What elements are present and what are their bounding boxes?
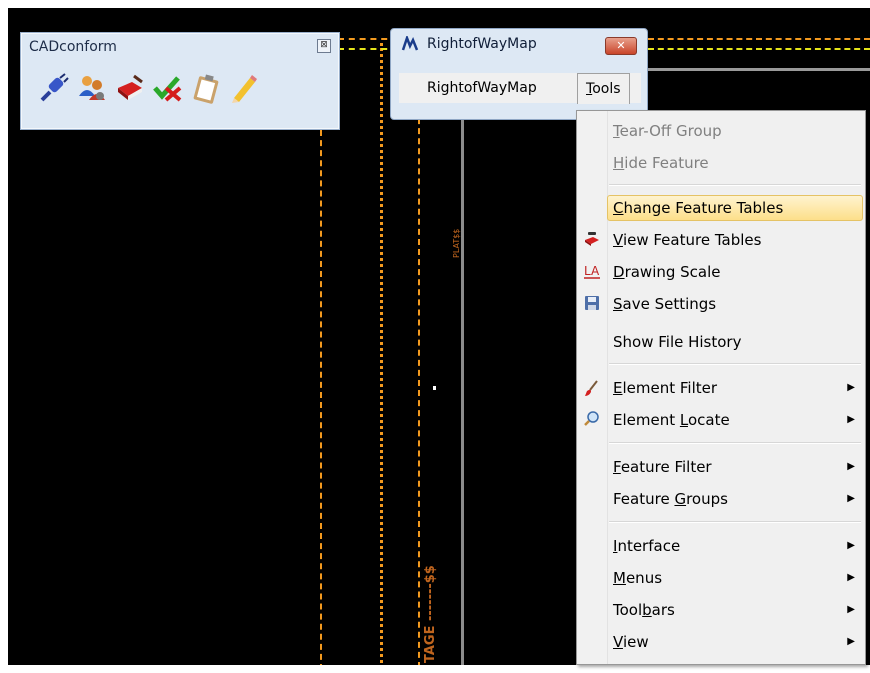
menu-item-toolbars[interactable]: Toolbars	[613, 595, 675, 625]
app-icon	[401, 36, 419, 51]
menu-item-menus[interactable]: Menus	[613, 563, 662, 593]
drawing-line	[380, 43, 383, 663]
menu-item-interface[interactable]: Interface	[613, 531, 680, 561]
drawing-line	[320, 130, 322, 665]
submenu-arrow-icon: ▶	[847, 604, 855, 615]
menu-item-save-settings[interactable]: Save Settings	[613, 289, 716, 319]
pencil-icon[interactable]	[227, 71, 261, 105]
toolbar-title: CADconform	[29, 39, 117, 55]
menu-separator	[609, 521, 861, 523]
submenu-arrow-icon: ▶	[847, 572, 855, 583]
clipboard-icon[interactable]	[189, 71, 223, 105]
book-view-icon	[585, 232, 599, 246]
submenu-arrow-icon: ▶	[847, 540, 855, 551]
menu-item-hide-feature: Hide Feature	[613, 154, 709, 172]
submenu-arrow-icon: ▶	[847, 493, 855, 504]
tools-dropdown-menu: Tear-Off Group Hide Feature Change Featu…	[576, 110, 866, 665]
menu-item-view-feature-tables[interactable]: View Feature Tables	[613, 225, 761, 255]
submenu-arrow-icon: ▶	[847, 461, 855, 472]
drawing-text: TAGE -------$$	[423, 565, 438, 663]
check-cross-icon[interactable]	[151, 71, 185, 105]
menu-tools[interactable]: Tools	[577, 73, 630, 104]
menu-rightofwaymap[interactable]: RightofWayMap	[419, 73, 545, 103]
menu-item-drawing-scale[interactable]: Drawing Scale	[613, 257, 721, 287]
menu-item-tear-off-group: Tear-Off Group	[613, 122, 722, 140]
menu-item-feature-groups[interactable]: Feature Groups	[613, 484, 728, 514]
drawing-line	[648, 38, 870, 40]
magnifier-locate-icon	[584, 411, 599, 426]
menu-item-element-filter[interactable]: Element Filter	[613, 373, 717, 403]
connect-plug-icon[interactable]	[37, 71, 71, 105]
svg-text:LA: LA	[584, 264, 600, 278]
menu-item-feature-filter[interactable]: Feature Filter	[613, 452, 712, 482]
menu-separator	[609, 184, 861, 186]
scale-icon: LA	[584, 264, 600, 279]
drawing-line	[648, 68, 870, 71]
submenu-arrow-icon: ▶	[847, 414, 855, 425]
menu-item-view[interactable]: View	[613, 627, 649, 657]
drawing-line	[338, 38, 398, 40]
drawing-line	[648, 48, 870, 50]
submenu-arrow-icon: ▶	[847, 382, 855, 393]
floppy-disk-icon	[585, 296, 599, 310]
menu-separator	[609, 442, 861, 444]
menu-item-change-feature-tables[interactable]: Change Feature Tables	[613, 193, 783, 223]
cursor-mark	[433, 386, 436, 390]
drawing-line	[338, 48, 398, 50]
drawing-text: PLAT$$	[452, 228, 461, 258]
users-settings-icon[interactable]	[75, 71, 109, 105]
menu-bar: RightofWayMap Tools	[399, 73, 641, 104]
window-title: RightofWayMap	[427, 36, 537, 52]
close-icon[interactable]: ✕	[605, 37, 637, 55]
drawing-line	[461, 108, 464, 665]
menu-item-element-locate[interactable]: Element Locate	[613, 405, 730, 435]
close-icon[interactable]: ⊠	[317, 39, 331, 53]
drawing-line	[418, 108, 420, 665]
red-book-edit-icon[interactable]	[113, 71, 147, 105]
brush-filter-icon	[585, 380, 598, 396]
cadconform-toolbar[interactable]: CADconform ⊠	[20, 32, 340, 130]
submenu-arrow-icon: ▶	[847, 636, 855, 647]
menu-item-show-file-history[interactable]: Show File History	[613, 327, 741, 357]
rightofwaymap-window[interactable]: RightofWayMap ✕ RightofWayMap Tools	[390, 28, 648, 120]
menu-separator	[609, 363, 861, 365]
